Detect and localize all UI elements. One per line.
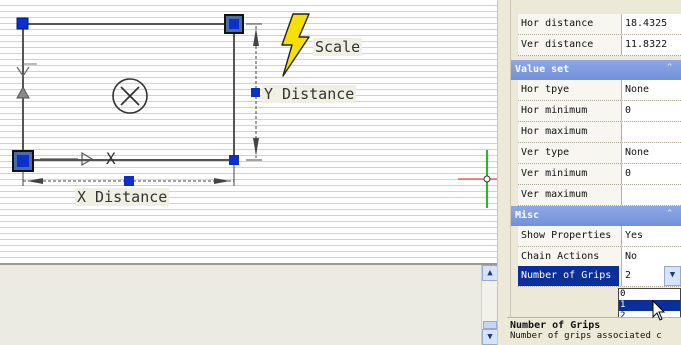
dropdown-option[interactable]: 0	[619, 289, 680, 300]
grip-y-distance[interactable]	[251, 88, 260, 97]
property-value[interactable]: 18.4325	[621, 14, 681, 34]
category-title: Value set	[515, 64, 570, 75]
crosshair-marker	[458, 150, 497, 208]
lightning-bolt-icon	[281, 13, 310, 77]
x-mark-label: X	[106, 149, 116, 168]
property-row-show-properties[interactable]: Show Properties Yes	[518, 226, 681, 247]
property-row-ver-type[interactable]: Ver type None	[518, 143, 681, 164]
x-distance-label: X Distance	[75, 188, 170, 206]
scroll-up-button[interactable]: ▲	[482, 265, 498, 281]
property-value[interactable]: None	[621, 80, 681, 100]
drawing-canvas[interactable]: Scale Y Distance X Distance X	[0, 0, 497, 263]
command-area[interactable]	[0, 263, 497, 345]
property-value[interactable]	[621, 185, 681, 205]
property-key: Hor maximum	[521, 126, 588, 137]
collapse-chevron-icon[interactable]: ˆ	[666, 62, 673, 75]
property-value[interactable]: None	[621, 143, 681, 163]
property-row-ver-maximum[interactable]: Ver maximum	[518, 185, 681, 206]
vertical-stretch-markers	[16, 63, 37, 99]
property-key: Ver maximum	[521, 189, 588, 200]
block-rectangle	[22, 23, 235, 161]
dropdown-option-highlighted[interactable]: 1	[619, 300, 680, 311]
property-value[interactable]: 11.8322	[621, 35, 681, 55]
property-row-hor-maximum[interactable]: Hor maximum	[518, 122, 681, 143]
property-row-hor-distance[interactable]: Hor distance 18.4325	[518, 14, 681, 35]
panel-splitter[interactable]	[497, 0, 511, 345]
property-value[interactable]	[621, 122, 681, 142]
property-key: Hor distance	[521, 18, 594, 29]
command-scrollbar[interactable]: ▲ ▼	[481, 265, 498, 345]
property-key: Ver type	[521, 147, 570, 158]
y-distance-label: Y Distance	[262, 85, 357, 103]
grip-top-right-inner	[229, 19, 239, 29]
property-value[interactable]: 0	[621, 101, 681, 121]
description-text: Number of grips associated c	[510, 331, 662, 341]
property-row-hor-minimum[interactable]: Hor minimum 0	[518, 101, 681, 122]
circled-x-symbol	[112, 78, 148, 114]
mouse-pointer-icon	[652, 300, 666, 321]
category-value-set[interactable]: Value set ˆ	[511, 60, 681, 80]
property-value[interactable]: Yes	[621, 226, 681, 246]
category-misc[interactable]: Misc ˆ	[511, 206, 681, 226]
property-row-ver-distance[interactable]: Ver distance 11.8322	[518, 35, 681, 56]
property-row-hor-type[interactable]: Hor tpye None	[518, 80, 681, 101]
property-row-ver-minimum[interactable]: Ver minimum 0	[518, 164, 681, 185]
property-key: Ver distance	[521, 39, 594, 50]
property-value[interactable]: No	[621, 247, 681, 267]
grip-x-distance[interactable]	[124, 176, 134, 186]
property-value[interactable]: 0	[621, 164, 681, 184]
property-key: Number of Grips	[518, 266, 619, 286]
property-key: Hor minimum	[521, 105, 588, 116]
property-key: Show Properties	[521, 230, 612, 241]
grip-bottom-left-inner	[17, 155, 29, 167]
property-key: Chain Actions	[521, 251, 600, 262]
category-title: Misc	[515, 210, 540, 221]
property-key: Ver minimum	[521, 168, 588, 179]
property-row-number-of-grips[interactable]: Number of Grips 2 ▼	[518, 266, 681, 287]
scroll-thumb[interactable]	[483, 321, 497, 329]
dropdown-arrow-icon[interactable]: ▼	[664, 266, 681, 286]
scale-label: Scale	[313, 38, 363, 56]
scroll-down-button[interactable]: ▼	[482, 329, 498, 345]
property-row-chain-actions[interactable]: Chain Actions No	[518, 247, 681, 268]
grip-top-left[interactable]	[16, 17, 29, 30]
grip-bottom-right[interactable]	[229, 155, 239, 165]
property-key: Hor tpye	[521, 84, 570, 95]
collapse-chevron-icon[interactable]: ˆ	[666, 208, 673, 221]
drawing-svg	[12, 13, 497, 208]
